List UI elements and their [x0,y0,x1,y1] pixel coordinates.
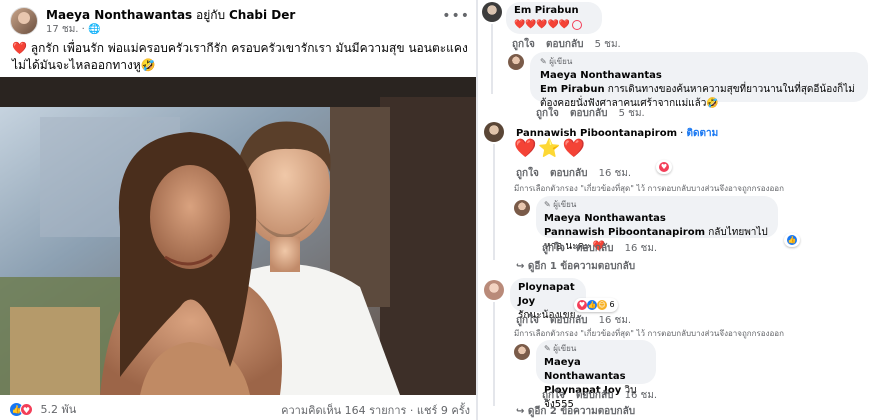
reply-meta: ถูกใจ ตอบกลับ 5 ชม. [536,106,653,121]
comment-text: ❤️❤️❤️❤️❤️ [514,18,594,32]
comment-reaction[interactable]: ♥ [656,160,672,174]
thread-line [493,144,495,260]
commenter-name[interactable]: Ploynapat Joy [518,281,578,309]
comment-bubble: Em Pirabun ❤️❤️❤️❤️❤️ [506,2,602,34]
reply-author-name[interactable]: Maeya Nonthawantas [544,212,770,226]
shares-count[interactable]: แชร์ 9 ครั้ง [417,404,470,417]
reply-time[interactable]: 16 ชม. [625,243,657,254]
more-icon[interactable]: ••• [442,8,470,24]
author-reply-avatar[interactable] [508,54,524,70]
love-icon: ♥ [20,402,33,416]
couple-photo [0,77,476,395]
like-link[interactable]: ถูกใจ [542,390,565,401]
reply-link[interactable]: ตอบกลับ [576,390,613,401]
comment-meta: ถูกใจ ตอบกลับ 16 ชม. [516,313,639,328]
thread-line [491,24,493,94]
post-footer: 👍♥ 5.2 พัน ความคิดเห็น 164 รายการ · แชร์… [10,402,470,417]
reply-author-name[interactable]: Maeya Nonthawantas [544,356,648,384]
filter-note: มีการเลือกตัวกรอง "เกี่ยวข้องที่สุด" ไว้… [514,329,784,338]
author-tag: ✎ ผู้เขียน [544,344,577,353]
filter-note: มีการเลือกตัวกรอง "เกี่ยวข้องที่สุด" ไว้… [514,184,784,193]
comment-reaction[interactable]: ♥ 👍 ☺ 6 [574,298,618,312]
commenter-name[interactable]: Em Pirabun [514,4,594,18]
reply-reaction[interactable]: 👍 [784,233,800,247]
like-link[interactable]: ถูกใจ [536,108,559,119]
comment-meta: ถูกใจ ตอบกลับ 16 ชม. [516,166,639,181]
author-avatar[interactable] [10,7,38,35]
comments-panel: Em Pirabun ❤️❤️❤️❤️❤️ ถูกใจ ตอบกลับ 5 ชม… [478,0,870,420]
reply-time[interactable]: 5 ชม. [619,108,645,119]
reply-link[interactable]: ตอบกลับ [576,243,613,254]
love-icon: ♥ [577,299,587,310]
post-time[interactable]: 17 ชม. · 🌐 [46,22,100,37]
post-header: Maeya Nonthawantas อยู่กับ Chabi Der 17 … [10,6,470,36]
reply-bubble: ✎ ผู้เขียน Maeya Nonthawantas Em Pirabun… [530,52,868,109]
commenter-avatar[interactable] [484,122,504,142]
tagged-name[interactable]: Chabi Der [229,8,295,22]
like-icon: 👍 [787,234,797,245]
commenter-avatar[interactable] [482,2,502,22]
pencil-icon: ✎ [544,200,551,209]
reply-link[interactable]: ตอบกลับ [546,39,583,50]
with-text: อยู่กับ [196,8,226,22]
reply-time[interactable]: 16 ชม. [625,390,657,401]
author-reply-avatar[interactable] [514,344,530,360]
reply-meta: ถูกใจ ตอบกลับ 16 ชม. [542,388,665,403]
haha-icon: ☺ [597,299,607,310]
reply-link[interactable]: ตอบกลับ [550,168,587,179]
view-more-replies[interactable]: ↪ ดูอีก 2 ข้อความตอบกลับ [516,404,635,419]
reply-author-name[interactable]: Maeya Nonthawantas [540,69,858,83]
author-reply-avatar[interactable] [514,200,530,216]
like-link[interactable]: ถูกใจ [512,39,535,50]
comment-time[interactable]: 16 ชม. [599,168,631,179]
reply-link[interactable]: ตอบกลับ [570,108,607,119]
love-icon: ♥ [659,161,669,172]
like-link[interactable]: ถูกใจ [516,315,539,326]
reply-meta: ถูกใจ ตอบกลับ 16 ชม. [542,241,665,256]
comments-count[interactable]: ความคิดเห็น 164 รายการ [281,404,406,417]
reply-link[interactable]: ตอบกลับ [550,315,587,326]
post-caption: ❤️ ลูกรัก เพื่อนรัก พ่อแม่ครอบครัวเรากีร… [12,41,468,72]
author-tag: ✎ ผู้เขียน [540,57,573,66]
reply-bubble: ✎ ผู้เขียน Maeya Nonthawantas Ploynapat … [536,340,656,410]
like-link[interactable]: ถูกใจ [516,168,539,179]
like-icon: 👍 [587,299,597,310]
post-photo[interactable] [0,77,476,395]
comment-time[interactable]: 16 ชม. [599,315,631,326]
thread-line [493,302,495,406]
reactions-count[interactable]: 5.2 พัน [41,403,77,416]
pencil-icon: ✎ [544,344,551,353]
like-link[interactable]: ถูกใจ [542,243,565,254]
post-card: Maeya Nonthawantas อยู่กับ Chabi Der 17 … [0,0,476,420]
mention-link[interactable]: Em Pirabun [540,84,605,95]
pencil-icon: ✎ [540,57,547,66]
commenter-avatar[interactable] [484,280,504,300]
author-tag: ✎ ผู้เขียน [544,200,577,209]
reaction-count: 6 [609,300,615,309]
comment-time[interactable]: 5 ชม. [595,39,621,50]
globe-icon: 🌐 [88,24,101,35]
reply-bubble: ✎ ผู้เขียน Maeya Nonthawantas Pannawish … [536,196,778,252]
author-name[interactable]: Maeya Nonthawantas [46,8,192,22]
comment-emoji: ❤️⭐❤️ [514,138,588,159]
view-more-replies[interactable]: ↪ ดูอีก 1 ข้อความตอบกลับ [516,259,635,274]
comment-meta: ถูกใจ ตอบกลับ 5 ชม. [512,37,629,52]
follow-button[interactable]: ติดตาม [687,128,719,139]
mention-link[interactable]: Pannawish Piboontanapirom [544,227,705,238]
